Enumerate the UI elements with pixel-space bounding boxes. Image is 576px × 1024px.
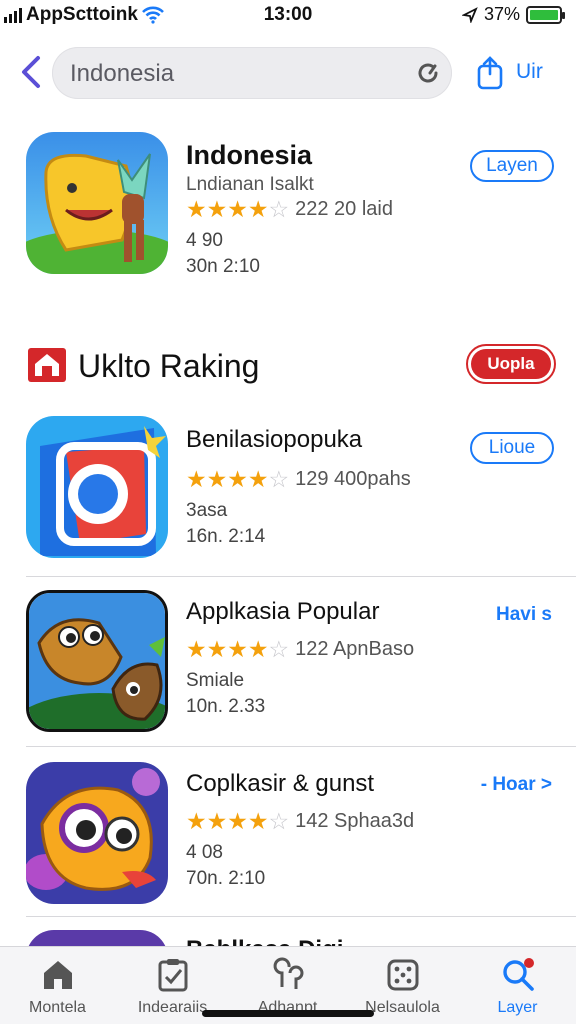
- rating-count: 122 ApnBaso: [295, 638, 415, 660]
- share-icon[interactable]: [474, 56, 506, 90]
- star-icon: ★: [186, 636, 207, 662]
- star-icon: ★: [186, 808, 207, 834]
- section-action-button[interactable]: Uopla: [466, 344, 556, 384]
- star-icon: ★: [247, 636, 269, 662]
- star-icon: ☆: [268, 466, 290, 492]
- rating-stars: ★ ★ ★ ★ ☆ 122 ApnBaso: [186, 638, 414, 661]
- location-icon: [461, 6, 478, 23]
- battery-icon: [526, 5, 565, 24]
- app-title: Coplkasir & gunst: [186, 770, 375, 797]
- star-icon: ★: [227, 466, 248, 492]
- get-button[interactable]: - Hoar >: [481, 774, 552, 796]
- star-icon: ★: [206, 466, 228, 492]
- rating-stars: ★ ★ ★ ★ ☆ 222 20 laid: [186, 198, 393, 221]
- apps-icon: [273, 957, 304, 989]
- app-row[interactable]: Coplkasir & gunst ★ ★ ★ ★ ☆ 142 Sphaa3d 4 08 …: [0, 762, 576, 912]
- rating-stars: ★ ★ ★ ★ ☆ 142 Sphaa3d: [186, 810, 414, 833]
- star-icon: ★: [186, 466, 207, 492]
- app-row[interactable]: Benilasiopopuka ★ ★ ★ ★ ☆ 129 400pahs 3asa 16…: [0, 416, 576, 576]
- rating-count: 142 Sphaa3d: [295, 810, 415, 832]
- section-title: Uklto Raking: [78, 348, 260, 384]
- star-icon: ☆: [268, 636, 290, 662]
- nav-right-button[interactable]: Uir: [516, 60, 543, 84]
- navigation-bar: Indonesia Uir: [0, 44, 576, 102]
- star-icon: ★: [206, 636, 228, 662]
- star-icon: ★: [206, 196, 228, 222]
- rating-count: 129 400pahs: [295, 468, 411, 490]
- app-meta-date: 16n. 2:14: [186, 526, 266, 547]
- top-result-row[interactable]: Indonesia Lndianan Isalkt ★ ★ ★ ★ ☆ 222 20 la…: [0, 132, 576, 292]
- app-meta-date: 10n. 2.33: [186, 696, 266, 717]
- refresh-icon[interactable]: [416, 61, 440, 85]
- app-title: Applkasia Popular: [186, 598, 380, 625]
- divider: [26, 916, 576, 917]
- star-icon: ★: [247, 466, 269, 492]
- dice-icon: [387, 959, 419, 991]
- tab-montela[interactable]: Montela: [0, 947, 115, 1024]
- star-icon: ☆: [268, 808, 290, 834]
- app-icon-fox-cartoon[interactable]: [26, 590, 168, 732]
- tab-layer[interactable]: Layer: [460, 947, 575, 1024]
- app-title: Indonesia: [186, 140, 313, 170]
- back-chevron-icon[interactable]: [14, 50, 54, 94]
- search-field[interactable]: Indonesia: [52, 47, 452, 99]
- battery-percent: 37%: [483, 4, 520, 24]
- app-meta-size: 4 90: [186, 230, 223, 251]
- star-icon: ★: [227, 636, 248, 662]
- app-meta-size: Smiale: [186, 670, 245, 691]
- star-icon: ★: [227, 196, 248, 222]
- app-meta-date: 30n 2:10: [186, 256, 260, 277]
- home-indicator: [202, 1010, 374, 1017]
- get-button[interactable]: Layen: [470, 150, 554, 182]
- get-button[interactable]: Havi s: [496, 604, 552, 626]
- app-icon-indonesia[interactable]: [26, 132, 168, 274]
- get-button[interactable]: Lioue: [470, 432, 554, 464]
- search-icon: [503, 958, 534, 991]
- rating-stars: ★ ★ ★ ★ ☆ 129 400pahs: [186, 468, 411, 491]
- app-meta-date: 70n. 2:10: [186, 868, 266, 889]
- star-icon: ★: [247, 808, 269, 834]
- section-header: Uklto Raking Uopla: [0, 340, 576, 390]
- divider: [26, 746, 576, 747]
- star-icon: ★: [206, 808, 228, 834]
- store-icon: [28, 348, 66, 382]
- status-bar: AppSсttoink 13:00 37%: [0, 0, 576, 32]
- app-meta-size: 3asa: [186, 500, 228, 521]
- app-meta-size: 4 08: [186, 842, 223, 863]
- app-subtitle: Lndianan Isalkt: [186, 174, 314, 195]
- star-icon: ★: [227, 808, 248, 834]
- search-query[interactable]: Indonesia: [70, 60, 174, 88]
- star-icon: ★: [186, 196, 207, 222]
- clipboard-check-icon: [158, 959, 188, 992]
- star-icon: ★: [247, 196, 269, 222]
- app-row[interactable]: Applkasia Popular ★ ★ ★ ★ ☆ 122 ApnBaso Smial…: [0, 590, 576, 740]
- rating-count: 222 20 laid: [295, 198, 393, 220]
- divider: [26, 576, 576, 577]
- app-icon-chrome-like[interactable]: [26, 416, 168, 558]
- star-icon: ☆: [268, 196, 290, 222]
- app-icon-fish-cartoon[interactable]: [26, 762, 168, 904]
- home-icon: [44, 961, 72, 989]
- app-title: Benilasiopopuka: [186, 426, 363, 453]
